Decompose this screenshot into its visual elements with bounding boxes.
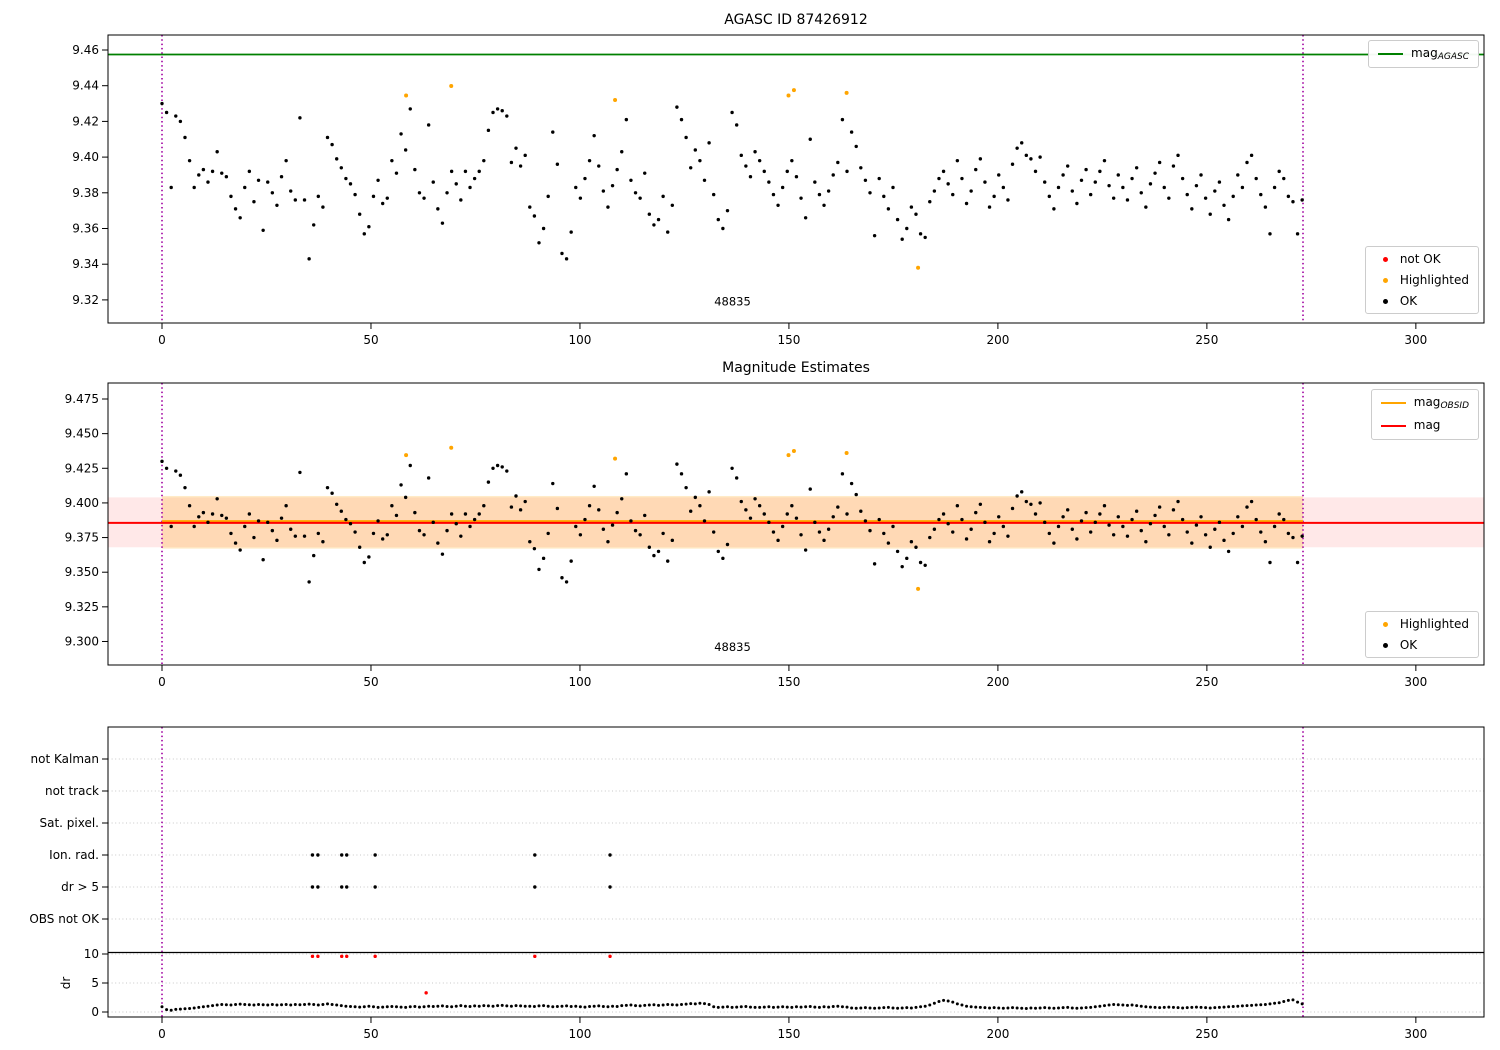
mag-obsid-line-swatch <box>1380 402 1406 404</box>
svg-text:50: 50 <box>363 1027 378 1041</box>
flag-row-label: not Kalman <box>31 752 99 766</box>
legend-item-ok-mid: OK <box>1375 638 1469 652</box>
svg-text:0: 0 <box>158 675 166 689</box>
dr-points <box>160 998 1304 1012</box>
legend-item-highlighted-mid: Highlighted <box>1375 617 1469 631</box>
svg-text:9.40: 9.40 <box>72 150 99 164</box>
svg-text:100: 100 <box>568 333 591 347</box>
legend-label-mag: mag <box>1413 418 1441 432</box>
svg-text:200: 200 <box>986 333 1009 347</box>
svg-text:200: 200 <box>986 675 1009 689</box>
legend-label-ok-mid: OK <box>1399 638 1418 652</box>
svg-text:0: 0 <box>158 1027 166 1041</box>
ok-marker-swatch <box>1382 642 1388 648</box>
flag-row-label: dr > 5 <box>61 880 99 894</box>
svg-text:9.36: 9.36 <box>72 222 99 236</box>
legend-item-not-ok: not OK <box>1375 252 1469 266</box>
svg-text:150: 150 <box>777 1027 800 1041</box>
svg-text:9.44: 9.44 <box>72 79 99 93</box>
middle-plot: 0 50 100 150 200 250 300 9.475 9.450 9.425 9.400 9.… <box>65 382 1485 689</box>
svg-text:50: 50 <box>363 333 378 347</box>
svg-text:9.450: 9.450 <box>65 427 99 441</box>
svg-text:5: 5 <box>91 976 99 990</box>
legend-item-mag-obsid: magOBSID <box>1380 395 1469 411</box>
legend-middle-lines: magOBSID mag <box>1370 389 1479 440</box>
figure-canvas: 0 50 100 150 200 250 3009.469.449.429.409.389.… <box>29 34 1485 1041</box>
svg-text:300: 300 <box>1404 675 1427 689</box>
svg-text:9.350: 9.350 <box>65 565 99 579</box>
svg-text:10: 10 <box>84 947 99 961</box>
obsid-annotation: 48835 <box>714 640 751 654</box>
legend-label-highlighted: Highlighted <box>1399 273 1469 287</box>
svg-text:250: 250 <box>1195 1027 1218 1041</box>
svg-text:150: 150 <box>777 333 800 347</box>
svg-text:9.375: 9.375 <box>65 531 99 545</box>
legend-label-mag-obsid: magOBSID <box>1413 395 1469 411</box>
top-ok-points <box>160 101 1304 261</box>
svg-text:9.34: 9.34 <box>72 257 99 271</box>
flag-row-label: not track <box>45 784 99 798</box>
legend-label-ok: OK <box>1399 294 1418 308</box>
legend-top-markers: not OK Highlighted OK <box>1364 246 1479 314</box>
svg-text:9.42: 9.42 <box>72 114 99 128</box>
flag-points <box>310 853 612 889</box>
svg-text:9.38: 9.38 <box>72 186 99 200</box>
mag-line-swatch <box>1380 425 1406 427</box>
svg-text:9.325: 9.325 <box>65 600 99 614</box>
svg-text:9.300: 9.300 <box>65 634 99 648</box>
svg-text:300: 300 <box>1404 333 1427 347</box>
svg-text:300: 300 <box>1404 1027 1427 1041</box>
legend-item-ok: OK <box>1375 294 1469 308</box>
svg-text:150: 150 <box>777 675 800 689</box>
svg-text:9.46: 9.46 <box>72 43 99 57</box>
svg-text:250: 250 <box>1195 333 1218 347</box>
ok-marker-swatch <box>1382 298 1388 304</box>
dr-not-ok-points <box>310 954 612 995</box>
legend-item-mag: mag <box>1380 418 1469 434</box>
svg-text:9.400: 9.400 <box>65 496 99 510</box>
dr-axis-label: dr <box>59 977 73 990</box>
figure: AGASC ID 87426912 Magnitude Estimates 05… <box>0 0 1500 1050</box>
legend-mag-agasc: magAGASC <box>1368 40 1479 68</box>
svg-text:250: 250 <box>1195 675 1218 689</box>
legend-label-highlighted-mid: Highlighted <box>1399 617 1469 631</box>
svg-text:0: 0 <box>158 333 166 347</box>
svg-text:9.425: 9.425 <box>65 461 99 475</box>
bottom-plot: 0 50 100 150 200 250 300not Kalmannot trackSat… <box>29 726 1485 1041</box>
highlighted-marker-swatch <box>1382 621 1388 627</box>
svg-text:0: 0 <box>91 1005 99 1019</box>
svg-text:100: 100 <box>568 675 591 689</box>
flag-row-label: OBS not OK <box>29 912 100 926</box>
flag-row-label: Ion. rad. <box>49 848 99 862</box>
top-highlighted-points <box>404 84 921 270</box>
legend-label-not-ok: not OK <box>1399 252 1441 266</box>
mag-agasc-line-swatch <box>1378 53 1404 55</box>
obsid-annotation: 48835 <box>714 294 751 308</box>
top-plot: 0 50 100 150 200 250 300 9.46 9.44 9.42 9.40 9.38 9.… <box>72 34 1485 347</box>
legend-middle-markers: Highlighted OK <box>1364 611 1479 658</box>
flag-row-label: Sat. pixel. <box>39 816 99 830</box>
svg-text:100: 100 <box>568 1027 591 1041</box>
not-ok-marker-swatch <box>1382 256 1388 262</box>
legend-item-mag-agasc: magAGASC <box>1378 46 1469 62</box>
legend-item-highlighted: Highlighted <box>1375 273 1469 287</box>
svg-text:50: 50 <box>363 675 378 689</box>
legend-label-mag-agasc: magAGASC <box>1411 46 1469 62</box>
svg-text:9.475: 9.475 <box>65 392 99 406</box>
highlighted-marker-swatch <box>1382 277 1388 283</box>
svg-text:200: 200 <box>986 1027 1009 1041</box>
svg-text:9.32: 9.32 <box>72 293 99 307</box>
